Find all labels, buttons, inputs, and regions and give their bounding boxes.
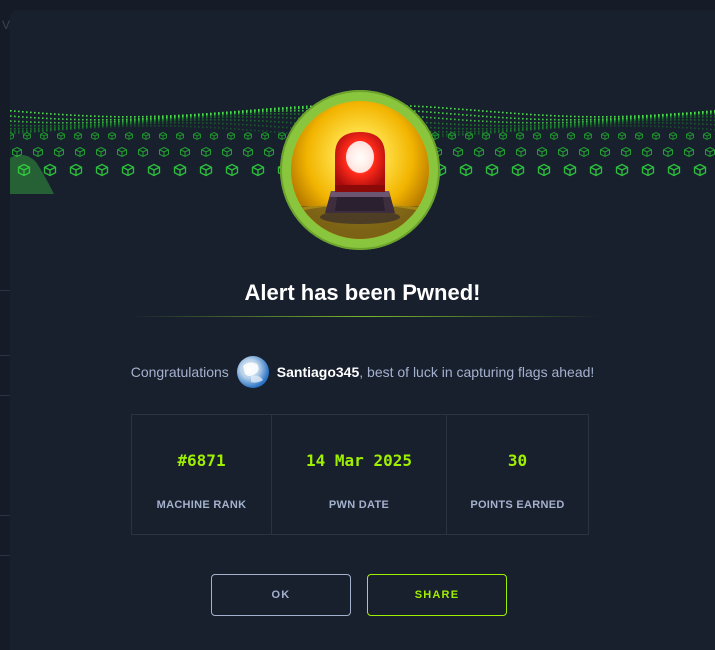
machine-rank-label: MACHINE RANK bbox=[156, 499, 247, 511]
congrats-suffix: , best of luck in capturing flags ahead! bbox=[359, 364, 595, 380]
congratulations-message: Congratulations Santiago345 , best of lu… bbox=[10, 356, 715, 388]
machine-rank-value: #6871 bbox=[177, 451, 226, 470]
pwned-modal: Alert has been Pwned! Congratulations Sa… bbox=[10, 10, 715, 650]
points-earned-label: POINTS EARNED bbox=[470, 499, 565, 511]
congrats-prefix: Congratulations bbox=[130, 364, 229, 380]
stat-pwn-date: 14 Mar 2025 PWN DATE bbox=[272, 415, 447, 534]
machine-badge bbox=[280, 90, 440, 250]
username[interactable]: Santiago345 bbox=[277, 364, 359, 380]
share-button[interactable]: SHARE bbox=[367, 574, 507, 616]
pwn-stats: #6871 MACHINE RANK 14 Mar 2025 PWN DATE … bbox=[131, 414, 589, 535]
pwn-date-value: 14 Mar 2025 bbox=[306, 451, 412, 470]
title-divider bbox=[130, 316, 600, 317]
ok-button[interactable]: OK bbox=[211, 574, 351, 616]
alarm-siren-icon bbox=[291, 101, 429, 239]
pwn-date-label: PWN DATE bbox=[328, 499, 390, 511]
user-avatar[interactable] bbox=[236, 356, 269, 388]
points-earned-value: 30 bbox=[507, 451, 528, 470]
modal-title: Alert has been Pwned! bbox=[244, 280, 481, 305]
stat-machine-rank: #6871 MACHINE RANK bbox=[132, 415, 272, 534]
stat-points-earned: 30 POINTS EARNED bbox=[447, 415, 588, 534]
